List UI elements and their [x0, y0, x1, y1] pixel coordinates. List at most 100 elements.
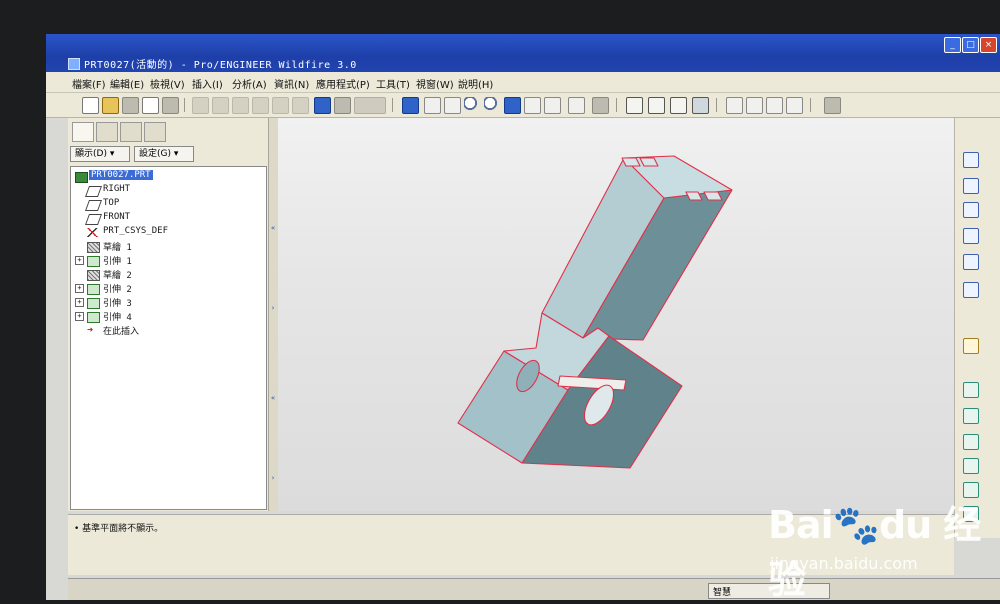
settings-dropdown[interactable]: 設定(G) ▾ [134, 146, 194, 162]
refit-icon[interactable] [402, 97, 419, 114]
paste-special-icon[interactable] [292, 97, 309, 114]
no-hidden-icon[interactable] [670, 97, 687, 114]
panel-sash[interactable]: « › « › [269, 118, 277, 511]
datum-plane-icon [84, 200, 103, 211]
save-icon[interactable] [122, 97, 139, 114]
selection-filter-icon[interactable] [354, 97, 386, 114]
zoom-in-icon[interactable] [464, 97, 479, 112]
watermark-logo: Bai🐾du 经验 [768, 503, 981, 602]
layers-icon[interactable] [568, 97, 585, 114]
csys-toggle-icon[interactable] [786, 97, 803, 114]
3d-model-view[interactable] [278, 118, 960, 511]
maximize-button[interactable]: □ [962, 37, 979, 53]
menu-applications[interactable]: 應用程式(P) [316, 76, 370, 91]
orient-icon[interactable] [424, 97, 441, 114]
extrude-icon [87, 256, 100, 267]
menu-window[interactable]: 視窗(W) [416, 76, 454, 91]
favorites-tab[interactable] [120, 122, 142, 142]
menu-info[interactable]: 資訊(N) [274, 76, 309, 91]
extrude-icon [87, 298, 100, 309]
model-tree: PRT0027.PRT RIGHT TOP FRONT PRT_CSYS_DEF… [70, 166, 267, 510]
menu-file[interactable]: 檔案(F) [72, 76, 106, 91]
toolbar-separator [392, 98, 393, 112]
expand-icon[interactable]: + [75, 312, 84, 321]
title-bar[interactable]: PRT0027(活動的) - Pro/ENGINEER Wildfire 3.0… [46, 34, 1000, 72]
open-folder-icon[interactable] [102, 97, 119, 114]
undo-icon[interactable] [192, 97, 209, 114]
datum-plane-tool-icon[interactable] [963, 152, 979, 168]
zoom-out-icon[interactable] [484, 97, 499, 112]
collapse-left-icon[interactable]: « [269, 394, 277, 402]
menu-help[interactable]: 說明(H) [458, 76, 493, 91]
csys-tool-icon[interactable] [963, 254, 979, 270]
part-icon [75, 172, 88, 183]
sketch-tool-icon[interactable] [963, 338, 979, 354]
revolve-tool-icon[interactable] [963, 408, 979, 424]
show-dropdown[interactable]: 顯示(D) ▾ [70, 146, 130, 162]
menu-insert[interactable]: 插入(I) [192, 76, 223, 91]
redo-icon[interactable] [212, 97, 229, 114]
csys-icon [87, 228, 98, 237]
datum-plane-icon [84, 214, 103, 225]
sketch-icon [87, 270, 100, 281]
expand-right-icon[interactable]: › [269, 304, 277, 312]
datum-axis-toggle-icon[interactable] [746, 97, 763, 114]
email-icon[interactable] [162, 97, 179, 114]
cut-icon[interactable] [232, 97, 249, 114]
model-tree-tab[interactable] [72, 122, 94, 142]
graphics-window[interactable] [278, 118, 960, 511]
view-manager-icon[interactable] [544, 97, 561, 114]
expand-icon[interactable]: + [75, 284, 84, 293]
menu-edit[interactable]: 編輯(E) [110, 76, 144, 91]
menu-analysis[interactable]: 分析(A) [232, 76, 267, 91]
analysis-tool-icon[interactable] [963, 282, 979, 298]
toolbar-separator [184, 98, 185, 112]
hole-tool-icon[interactable] [963, 434, 979, 450]
watermark-url: jingyan.baidu.com [770, 554, 918, 573]
close-button[interactable]: × [980, 37, 997, 53]
feature-toolbar [954, 118, 1000, 538]
expand-right-icon[interactable]: › [269, 474, 277, 482]
app-icon [68, 58, 80, 70]
shading-icon[interactable] [692, 97, 709, 114]
toolbar-separator [716, 98, 717, 112]
extrude-icon [87, 312, 100, 323]
folder-browser-tab[interactable] [96, 122, 118, 142]
paste-icon[interactable] [272, 97, 289, 114]
new-file-icon[interactable] [82, 97, 99, 114]
context-help-icon[interactable] [824, 97, 841, 114]
menu-tools[interactable]: 工具(T) [376, 76, 410, 91]
toolbar-separator [810, 98, 811, 112]
datum-curve-tool-icon[interactable] [963, 202, 979, 218]
model-tree-panel: 顯示(D) ▾ 設定(G) ▾ PRT0027.PRT RIGHT TOP FR… [68, 118, 269, 511]
appearance-icon[interactable] [592, 97, 609, 114]
baidu-jingyan-watermark: Bai🐾du 经验 jingyan.baidu.com [758, 492, 998, 602]
datum-axis-tool-icon[interactable] [963, 178, 979, 194]
zoom-fit-icon[interactable] [504, 97, 521, 114]
connections-tab[interactable] [144, 122, 166, 142]
insert-here-icon: ➜ [87, 325, 94, 336]
datum-point-toggle-icon[interactable] [766, 97, 783, 114]
datum-plane-toggle-icon[interactable] [726, 97, 743, 114]
extrude-icon [87, 284, 100, 295]
expand-icon[interactable]: + [75, 298, 84, 307]
selection-filter-value: 智慧 [713, 588, 732, 598]
copy-icon[interactable] [252, 97, 269, 114]
expand-icon[interactable]: + [75, 256, 84, 265]
shell-tool-icon[interactable] [963, 458, 979, 474]
main-toolbar [46, 93, 1000, 118]
extrude-tool-icon[interactable] [963, 382, 979, 398]
toolbar-separator [616, 98, 617, 112]
collapse-left-icon[interactable]: « [269, 224, 277, 232]
hidden-line-icon[interactable] [648, 97, 665, 114]
datum-plane-icon [84, 186, 103, 197]
print-icon[interactable] [142, 97, 159, 114]
menu-view[interactable]: 檢視(V) [150, 76, 185, 91]
find-icon[interactable] [334, 97, 351, 114]
datum-point-tool-icon[interactable] [963, 228, 979, 244]
wireframe-icon[interactable] [626, 97, 643, 114]
named-view-icon[interactable] [524, 97, 541, 114]
minimize-button[interactable]: _ [944, 37, 961, 53]
regenerate-icon[interactable] [314, 97, 331, 114]
repaint-icon[interactable] [444, 97, 461, 114]
